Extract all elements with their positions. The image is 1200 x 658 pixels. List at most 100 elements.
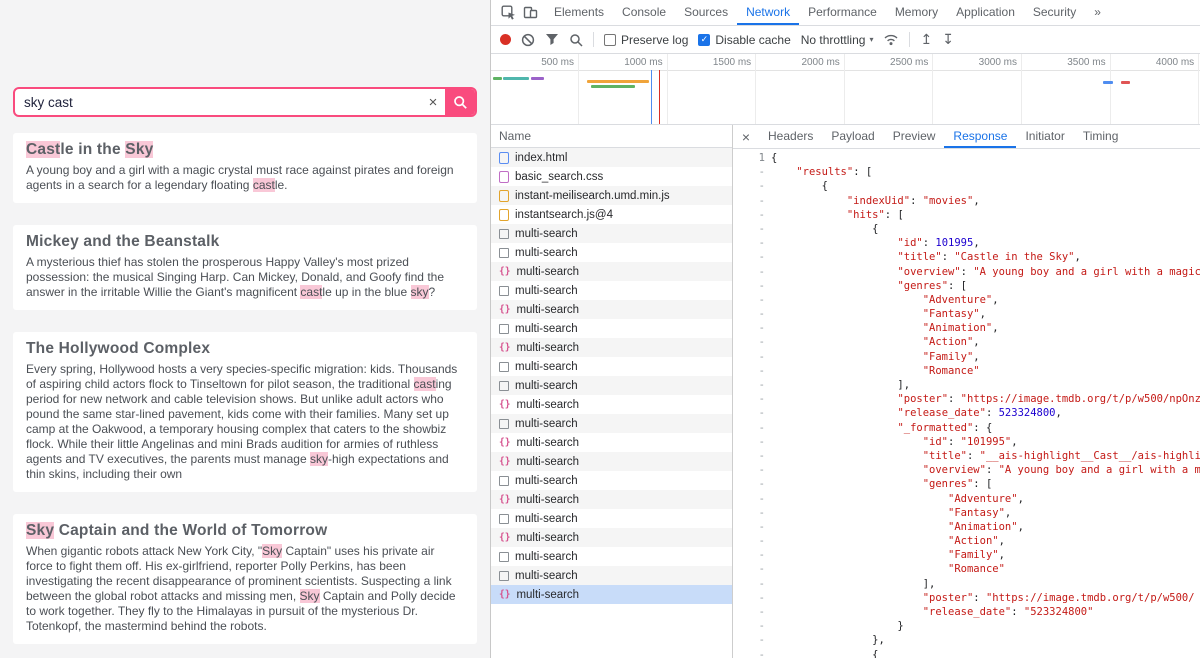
request-row[interactable]: multi-search [491, 566, 732, 585]
request-row[interactable]: multi-search [491, 414, 732, 433]
throttling-select[interactable]: No throttling ▾ [801, 33, 874, 47]
clear-search-icon[interactable]: × [421, 89, 445, 115]
request-row[interactable]: multi-search [491, 243, 732, 262]
fold-marker[interactable]: - [733, 265, 771, 279]
request-row[interactable]: instant-meilisearch.umd.min.js [491, 186, 732, 205]
detail-tab-response[interactable]: Response [944, 125, 1016, 148]
request-row[interactable]: multi-search [491, 376, 732, 395]
checkbox-checked-icon[interactable]: ✓ [698, 34, 710, 46]
record-button[interactable] [500, 34, 511, 45]
request-list-header[interactable]: Name [491, 125, 732, 148]
clear-network-log-icon[interactable] [521, 33, 535, 47]
search-input[interactable] [15, 89, 421, 115]
fold-marker[interactable]: - [733, 335, 771, 349]
fold-marker[interactable]: - [733, 633, 771, 647]
fold-marker[interactable]: - [733, 406, 771, 420]
request-row[interactable]: multi-search [491, 281, 732, 300]
fold-marker[interactable]: - [733, 562, 771, 576]
request-row[interactable]: {}multi-search [491, 585, 732, 604]
fold-marker[interactable]: - [733, 179, 771, 193]
fold-marker[interactable]: - [733, 577, 771, 591]
fold-marker[interactable]: - [733, 392, 771, 406]
tab-sources[interactable]: Sources [675, 0, 737, 25]
timeline-overview-band[interactable] [491, 70, 1200, 124]
search-button[interactable] [445, 89, 475, 115]
request-row[interactable]: multi-search [491, 509, 732, 528]
device-toolbar-icon[interactable] [519, 2, 541, 24]
fold-marker[interactable]: - [733, 534, 771, 548]
fold-marker[interactable]: - [733, 492, 771, 506]
detail-tab-timing[interactable]: Timing [1074, 125, 1128, 148]
tab-performance[interactable]: Performance [799, 0, 886, 25]
fold-marker[interactable]: - [733, 194, 771, 208]
request-row[interactable]: multi-search [491, 319, 732, 338]
download-icon[interactable]: ↧ [942, 31, 954, 48]
fold-marker[interactable]: - [733, 548, 771, 562]
tab-application[interactable]: Application [947, 0, 1024, 25]
request-row[interactable]: multi-search [491, 471, 732, 490]
tab-console[interactable]: Console [613, 0, 675, 25]
fold-marker[interactable]: - [733, 463, 771, 477]
tab-network[interactable]: Network [737, 0, 799, 25]
tab-more[interactable]: » [1085, 0, 1110, 25]
fold-marker[interactable]: - [733, 477, 771, 491]
fold-marker[interactable]: - [733, 236, 771, 250]
fold-marker[interactable]: - [733, 279, 771, 293]
request-row[interactable]: multi-search [491, 224, 732, 243]
detail-tab-payload[interactable]: Payload [822, 125, 883, 148]
detail-tab-headers[interactable]: Headers [759, 125, 822, 148]
detail-tab-initiator[interactable]: Initiator [1016, 125, 1073, 148]
network-conditions-icon[interactable] [883, 33, 899, 46]
request-row[interactable]: {}multi-search [491, 262, 732, 281]
filter-icon[interactable] [545, 33, 559, 46]
request-row[interactable]: index.html [491, 148, 732, 167]
fold-marker[interactable]: - [733, 307, 771, 321]
request-row[interactable]: multi-search [491, 547, 732, 566]
request-row[interactable]: {}multi-search [491, 395, 732, 414]
preserve-log-checkbox[interactable]: Preserve log [604, 33, 688, 47]
request-row[interactable]: {}multi-search [491, 300, 732, 319]
fold-marker[interactable]: - [733, 619, 771, 633]
request-name: multi-search [516, 399, 579, 411]
fold-marker[interactable]: - [733, 449, 771, 463]
fold-marker[interactable]: - [733, 421, 771, 435]
network-timeline[interactable]: 500 ms1000 ms1500 ms2000 ms2500 ms3000 m… [491, 54, 1200, 125]
request-row[interactable]: multi-search [491, 357, 732, 376]
request-row[interactable]: basic_search.css [491, 167, 732, 186]
fold-marker[interactable]: - [733, 378, 771, 392]
fold-marker[interactable]: - [733, 591, 771, 605]
fold-marker[interactable]: - [733, 364, 771, 378]
request-row[interactable]: {}multi-search [491, 528, 732, 547]
tab-memory[interactable]: Memory [886, 0, 947, 25]
code-text: "title": "__ais-highlight__Cast__/ais-hi… [771, 449, 1200, 463]
request-row[interactable]: {}multi-search [491, 338, 732, 357]
fold-marker[interactable]: - [733, 350, 771, 364]
request-row[interactable]: instantsearch.js@4 [491, 205, 732, 224]
fold-marker[interactable]: - [733, 520, 771, 534]
checkbox-unchecked-icon[interactable] [604, 34, 616, 46]
request-row[interactable]: {}multi-search [491, 490, 732, 509]
tab-elements[interactable]: Elements [545, 0, 613, 25]
fold-marker[interactable]: - [733, 321, 771, 335]
fold-marker[interactable]: - [733, 250, 771, 264]
fold-marker[interactable]: - [733, 435, 771, 449]
tab-security[interactable]: Security [1024, 0, 1085, 25]
fold-marker[interactable]: - [733, 222, 771, 236]
upload-icon[interactable]: ↥ [920, 31, 932, 48]
request-row[interactable]: {}multi-search [491, 433, 732, 452]
fold-marker[interactable]: - [733, 293, 771, 307]
code-token: "overview" [923, 464, 986, 476]
fold-marker[interactable]: - [733, 208, 771, 222]
fold-marker[interactable]: - [733, 648, 771, 658]
request-row[interactable]: {}multi-search [491, 452, 732, 471]
search-network-icon[interactable] [569, 33, 583, 47]
disable-cache-checkbox[interactable]: ✓ Disable cache [698, 33, 790, 47]
timeline-tick-label: 2500 ms [848, 57, 928, 68]
network-main: Name index.htmlbasic_search.cssinstant-m… [491, 125, 1200, 658]
detail-tab-preview[interactable]: Preview [884, 125, 945, 148]
close-icon[interactable]: × [733, 129, 759, 145]
fold-marker[interactable]: - [733, 165, 771, 179]
inspect-icon[interactable] [497, 2, 519, 24]
fold-marker[interactable]: - [733, 506, 771, 520]
fold-marker[interactable]: - [733, 605, 771, 619]
